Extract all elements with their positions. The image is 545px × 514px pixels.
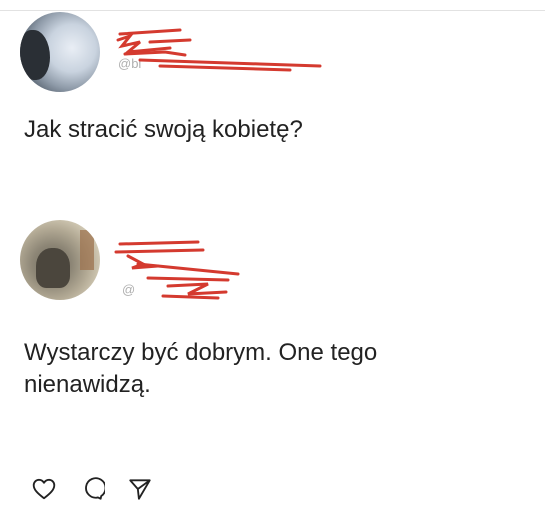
post-question: @bl Jak stracić swoją kobietę? [0, 0, 545, 200]
heart-icon [32, 478, 56, 500]
share-button[interactable] [126, 475, 154, 503]
post-text: Jak stracić swoją kobietę? [24, 116, 303, 143]
redaction-scribble [116, 28, 322, 72]
action-bar [30, 474, 154, 504]
redaction-scribble [114, 240, 240, 300]
post-text: Wystarczy być dobrym. One tego nienawidz… [24, 339, 378, 398]
send-icon [129, 479, 151, 500]
avatar[interactable] [20, 220, 100, 300]
like-button[interactable] [30, 475, 58, 503]
avatar[interactable] [20, 12, 100, 92]
comment-icon [85, 477, 105, 500]
comment-button[interactable] [78, 475, 106, 503]
post-reply: @ Wystarczy być dobrym. One tego nienawi… [0, 210, 545, 450]
